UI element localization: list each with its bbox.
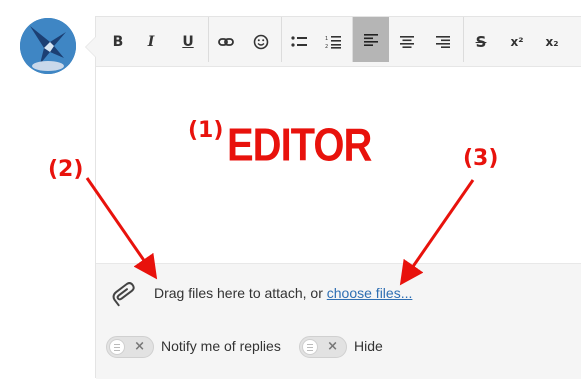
bullet-list-icon: [291, 36, 307, 47]
superscript-icon: x²: [510, 35, 524, 49]
bulleted-list-button[interactable]: [284, 23, 314, 61]
hide-label: Hide: [354, 338, 383, 354]
annotation-two: (2): [48, 157, 84, 182]
italic-button[interactable]: I: [136, 23, 166, 61]
toggle-knob: [302, 339, 318, 355]
svg-text:2: 2: [325, 44, 328, 49]
attachment-instructions: Drag files here to attach, or choose fil…: [154, 285, 412, 301]
link-button[interactable]: [211, 23, 241, 61]
annotation-editor: EDITOR: [227, 120, 372, 171]
smiley-icon: [253, 34, 269, 50]
superscript-button[interactable]: x²: [502, 23, 532, 61]
svg-text:1: 1: [325, 36, 328, 42]
align-left-button[interactable]: [353, 17, 389, 62]
annotation-one: (1): [188, 118, 224, 143]
notify-replies-toggle[interactable]: ×: [106, 336, 154, 358]
numbered-list-button[interactable]: 12: [318, 23, 348, 61]
underline-icon: U: [182, 34, 194, 50]
eagle-logo-icon: [20, 18, 76, 74]
toolbar-divider: [463, 17, 464, 62]
link-icon: [218, 38, 234, 46]
underline-button[interactable]: U: [173, 23, 203, 61]
off-x-icon: ×: [327, 339, 338, 354]
toggle-knob: [109, 339, 125, 355]
choose-files-link[interactable]: choose files...: [327, 285, 413, 301]
align-right-icon: [436, 36, 450, 48]
strikethrough-button[interactable]: S: [466, 23, 496, 61]
comment-options: × Notify me of replies × Hide: [96, 321, 581, 379]
toolbar-divider: [208, 17, 209, 62]
paperclip-icon: [112, 282, 135, 307]
italic-icon: I: [147, 34, 155, 50]
editor: B I U 12 S x² x₂ Drag files here to atta…: [85, 16, 581, 379]
strikethrough-icon: S: [475, 33, 487, 51]
align-right-button[interactable]: [428, 23, 458, 61]
align-center-button[interactable]: [392, 23, 422, 61]
emoji-button[interactable]: [246, 23, 276, 61]
formatting-toolbar: B I U 12 S x² x₂: [96, 17, 581, 67]
subscript-button[interactable]: x₂: [537, 23, 567, 61]
hide-toggle[interactable]: ×: [299, 336, 347, 358]
comment-composer: B I U 12 S x² x₂ Drag files here to atta…: [0, 0, 581, 392]
attachment-text: Drag files here to attach, or: [154, 285, 327, 301]
off-x-icon: ×: [134, 339, 145, 354]
attachment-dropzone[interactable]: Drag files here to attach, or choose fil…: [96, 263, 581, 321]
toolbar-divider: [281, 17, 282, 62]
annotation-three: (3): [463, 146, 499, 171]
subscript-icon: x₂: [545, 35, 559, 49]
bold-button[interactable]: B: [103, 23, 133, 61]
numbered-list-icon: 12: [325, 36, 341, 49]
avatar: [20, 18, 76, 74]
bold-icon: B: [112, 34, 124, 50]
notify-replies-label: Notify me of replies: [161, 338, 281, 354]
align-left-icon: [364, 33, 378, 46]
align-center-icon: [400, 36, 414, 48]
